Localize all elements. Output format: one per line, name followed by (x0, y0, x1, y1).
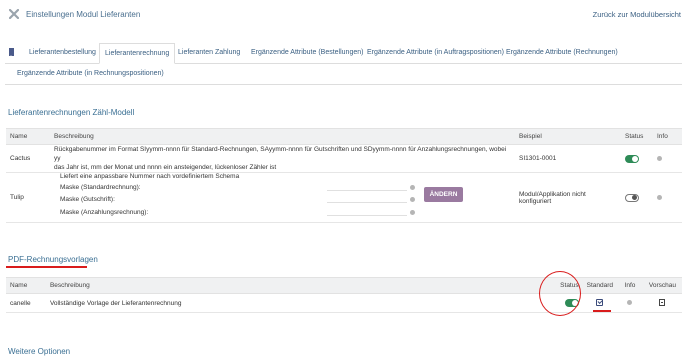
mask-credit-label: Maske (Gutschrift): (60, 196, 115, 203)
tab-attribute-auftragspositionen[interactable]: Ergänzende Attribute (in Auftragspositio… (367, 49, 504, 56)
table-row: Cactus Rückgabenummer im Format SIyymm-n… (6, 144, 682, 173)
numbering-section-title: Lieferantenrechnungen Zähl-Modell (8, 108, 135, 117)
wrench-cross-icon (9, 9, 19, 19)
tab-lieferantenbestellung[interactable]: Lieferantenbestellung (29, 49, 96, 56)
description-line: das Jahr ist, mm der Monat und nnnn ein … (54, 164, 277, 171)
mask-standard-input[interactable] (327, 182, 407, 191)
annotation-underline (593, 310, 611, 312)
col-info: Info (617, 277, 643, 294)
col-preview: Vorschau (642, 277, 682, 294)
col-name: Name (6, 128, 50, 145)
change-mask-button[interactable]: ÄNDERN (424, 187, 463, 202)
annotation-underline (6, 266, 87, 268)
pdf-section-title: PDF-Rechnungsvorlagen (8, 255, 98, 264)
col-description: Beschreibung (45, 277, 543, 294)
tab-lieferanten-zahlung[interactable]: Lieferanten Zahlung (178, 49, 240, 56)
row-name: canelle (6, 293, 46, 313)
tab-lieferantenrechnung[interactable]: Lieferantenrechnung (99, 43, 176, 64)
annotation-circle (539, 271, 581, 316)
table-header-row: Name Beschreibung Beispiel Status Info (6, 128, 682, 145)
row-preview (642, 293, 682, 313)
info-icon[interactable] (410, 185, 415, 190)
col-description: Beschreibung (50, 128, 515, 145)
page-title: Einstellungen Modul Lieferanten (26, 10, 141, 19)
tab-attribute-rechnungspositionen[interactable]: Ergänzende Attribute (in Rechnungspositi… (17, 70, 164, 77)
row-name: Tulip (6, 172, 50, 223)
default-checkbox-icon[interactable] (596, 299, 604, 307)
row-name: Cactus (6, 144, 50, 173)
tab-divider-bottom (5, 84, 682, 85)
info-icon[interactable] (410, 210, 415, 215)
row-description: Rückgabenummer im Format SIyymm-nnnn für… (50, 144, 515, 173)
description-line: Rückgabenummer im Format SIyymm-nnnn für… (54, 146, 507, 162)
col-info: Info (653, 128, 682, 145)
row-info (617, 293, 643, 313)
status-toggle[interactable] (625, 193, 639, 202)
mask-standard-label: Maske (Standardrechnung): (60, 184, 141, 191)
info-icon[interactable] (657, 194, 662, 200)
tulip-description: Liefert eine anpassbare Nummer nach vord… (60, 173, 240, 180)
col-default: Standard (582, 277, 617, 294)
bookmark-icon (9, 48, 14, 57)
info-icon[interactable] (627, 300, 633, 306)
info-icon[interactable] (657, 155, 662, 161)
row-info (653, 144, 682, 173)
more-options-title: Weitere Optionen (8, 347, 71, 356)
mask-deposit-label: Maske (Anzahlungsrechnung): (60, 209, 149, 216)
tab-attribute-bestellungen[interactable]: Ergänzende Attribute (Bestellungen) (251, 49, 363, 56)
row-status (621, 172, 653, 223)
row-info (653, 172, 682, 223)
col-status: Status (621, 128, 653, 145)
status-toggle[interactable] (625, 154, 639, 163)
row-example: SI1301-0001 (515, 144, 621, 173)
row-status (621, 144, 653, 173)
document-preview-icon[interactable] (659, 299, 666, 307)
tab-attribute-rechnungen[interactable]: Ergänzende Attribute (Rechnungen) (506, 49, 618, 56)
mask-credit-input[interactable] (327, 194, 407, 203)
row-description: Vollständige Vorlage der Lieferantenrech… (45, 293, 543, 313)
mask-deposit-input[interactable] (327, 207, 407, 216)
row-example: Modul/Applikation nicht konfiguriert (515, 172, 621, 223)
page-header: Einstellungen Modul Lieferanten Zurück z… (9, 8, 681, 22)
col-example: Beispiel (515, 128, 621, 145)
back-to-modules-link[interactable]: Zurück zur Modulübersicht (593, 10, 681, 19)
info-icon[interactable] (410, 197, 415, 202)
col-name: Name (6, 277, 46, 294)
